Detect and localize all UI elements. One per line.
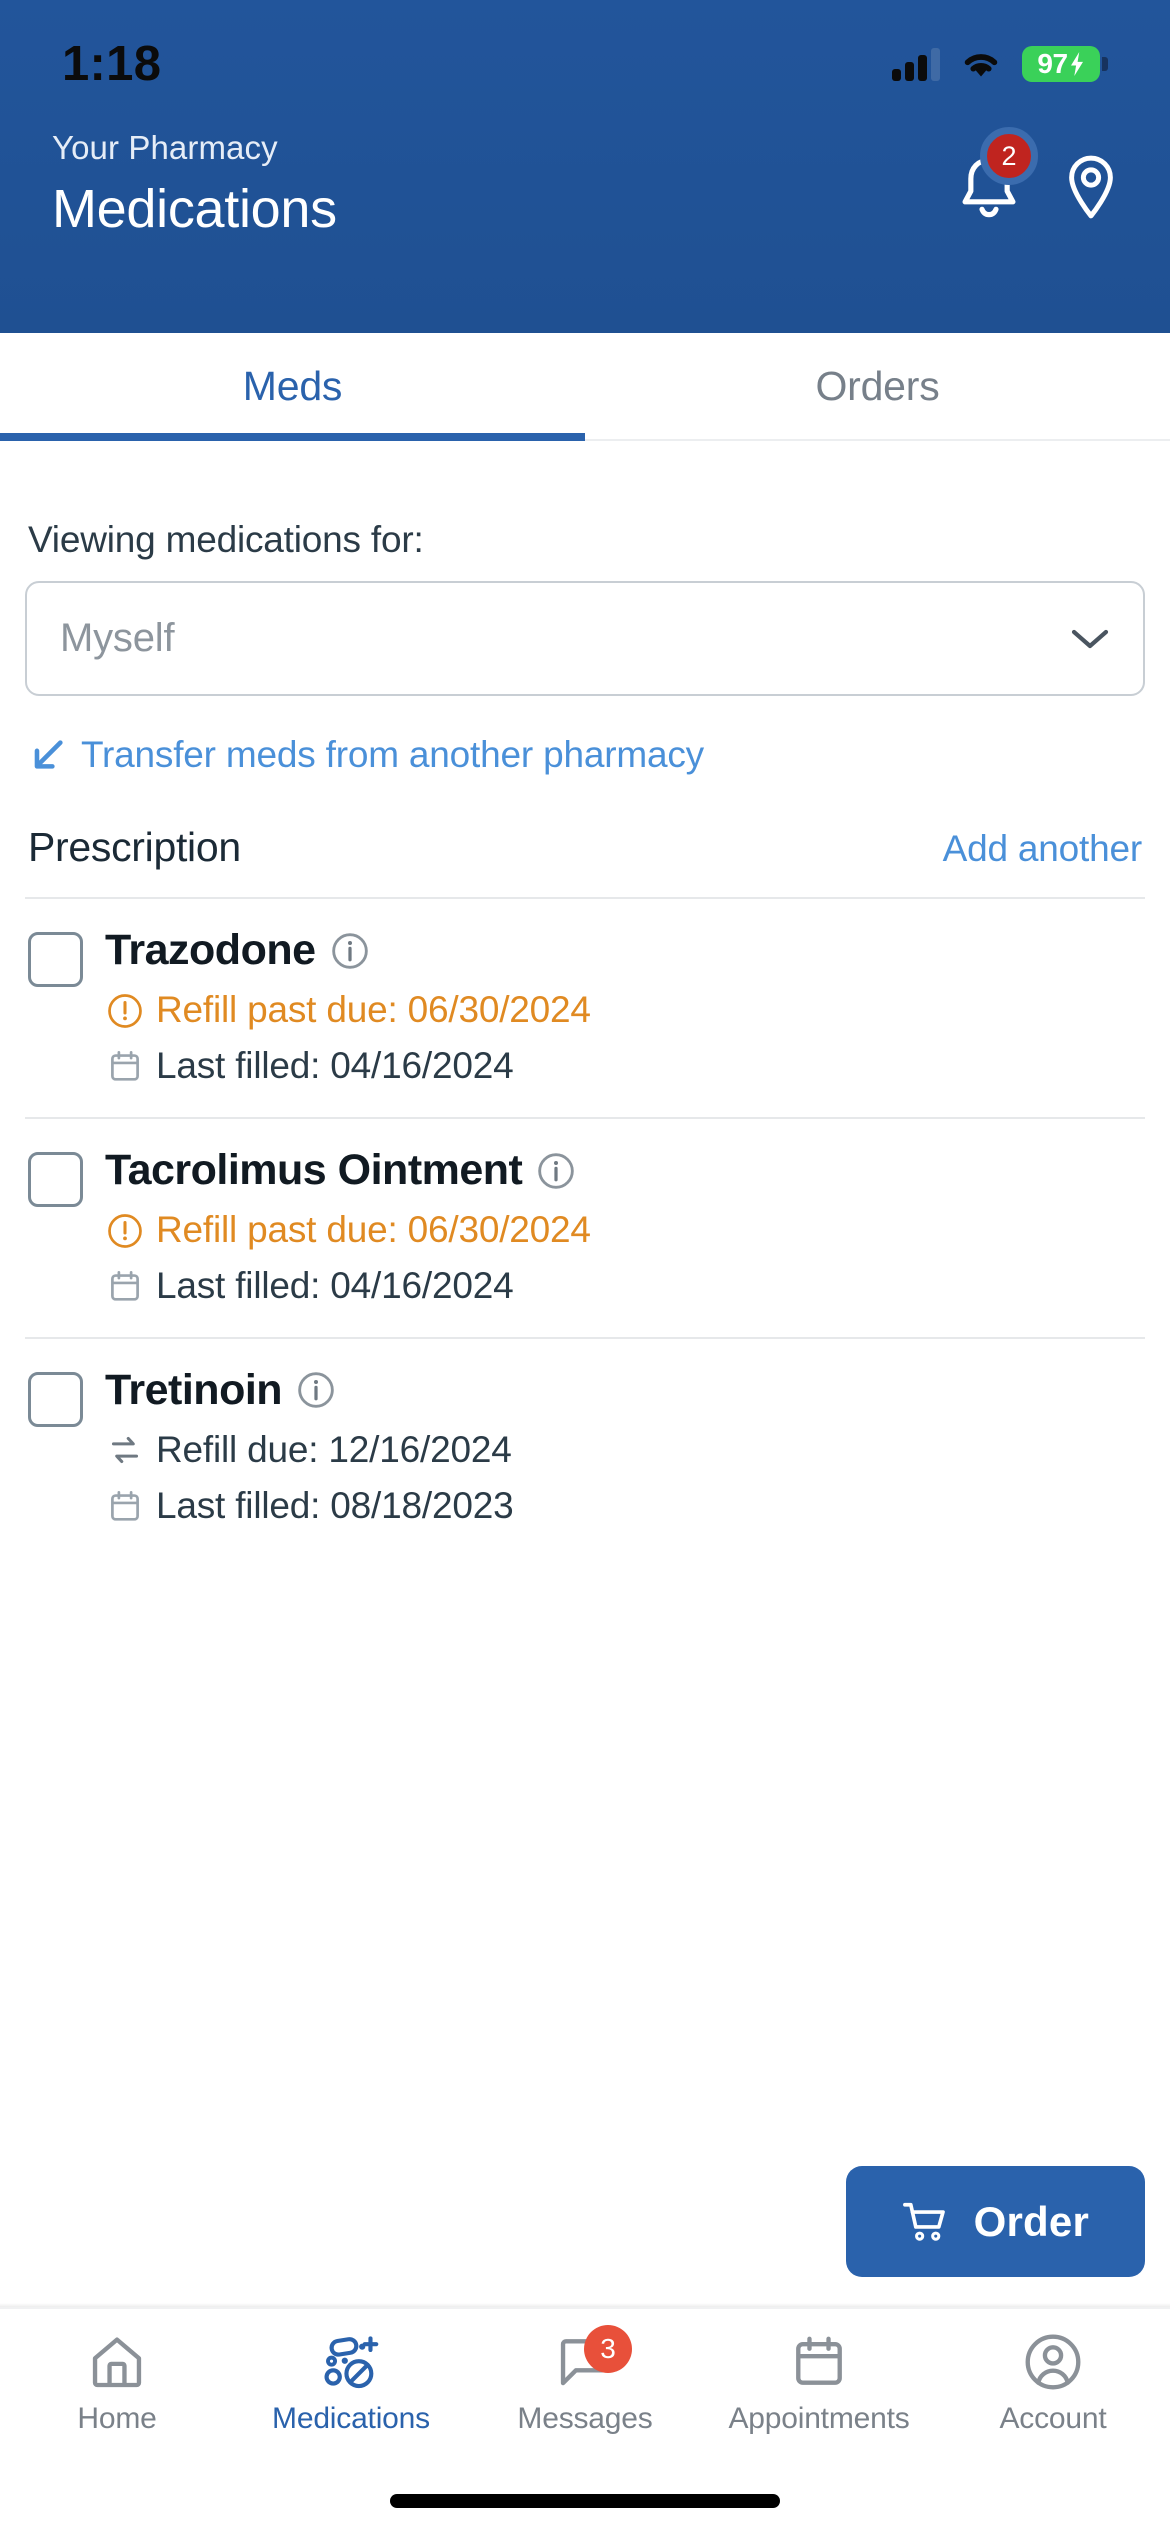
medication-refill-text: Refill due: 12/16/2024 — [156, 1429, 512, 1471]
alert-circle-icon — [108, 1213, 142, 1248]
tab-bar: Meds Orders — [0, 333, 1170, 441]
nav-icon-wrap — [1022, 2331, 1084, 2393]
location-pin-icon[interactable] — [1064, 154, 1118, 220]
viewing-for-label: Viewing medications for: — [28, 519, 424, 560]
medication-last-filled-text: Last filled: 08/18/2023 — [156, 1484, 514, 1526]
chevron-down-icon — [1071, 629, 1109, 648]
medication-row[interactable]: Tretinoin Refill due: 12/16/2024 Last fi… — [25, 1336, 1145, 1557]
transfer-meds-link[interactable]: Transfer meds from another pharmacy — [29, 734, 1145, 776]
calendar-icon — [111, 1271, 139, 1301]
medication-last-filled: Last filled: 04/16/2024 — [105, 1264, 1142, 1307]
prescription-title: Prescription — [28, 824, 241, 870]
wifi-icon — [964, 54, 998, 77]
messages-count-badge: 3 — [584, 2325, 632, 2373]
medication-refill-status: Refill due: 12/16/2024 — [105, 1429, 1142, 1471]
patient-select-value: Myself — [60, 616, 175, 660]
medication-name: Tretinoin — [105, 1365, 283, 1414]
nav-icon-wrap — [788, 2331, 850, 2393]
arrow-down-left-icon — [34, 740, 63, 769]
nav-label-home: Home — [77, 2402, 157, 2435]
transfer-meds-label: Transfer meds from another pharmacy — [81, 734, 704, 775]
header-eyebrow: Your Pharmacy — [52, 129, 278, 166]
refresh-arrows-icon — [111, 1437, 139, 1464]
add-another-link[interactable]: Add another — [943, 828, 1143, 870]
calendar-icon — [111, 1051, 139, 1082]
medication-last-filled-text: Last filled: 04/16/2024 — [156, 1045, 514, 1087]
medication-details: Tretinoin Refill due: 12/16/2024 Last fi… — [105, 1366, 1142, 1527]
medication-checkbox[interactable] — [28, 1371, 83, 1427]
calendar-icon — [796, 2336, 842, 2385]
medication-checkbox[interactable] — [28, 932, 83, 987]
order-button[interactable]: Order — [845, 2166, 1145, 2277]
medication-list: Trazodone Refill past due: 06/30/2024 La… — [25, 897, 1145, 1556]
header-main: Your Pharmacy Medications 2 — [0, 100, 1170, 243]
header-titles: Your Pharmacy Medications — [52, 122, 337, 243]
medication-name-row: Trazodone — [105, 926, 1142, 975]
charging-bolt-icon — [1070, 52, 1083, 76]
prescription-section-header: Prescription Add another — [25, 824, 1145, 871]
notifications-button[interactable]: 2 — [958, 127, 1038, 220]
nav-label-messages: Messages — [517, 2402, 653, 2435]
nav-icon-wrap: 3 — [554, 2325, 632, 2393]
home-indicator-area — [0, 2470, 1170, 2532]
page-title: Medications — [52, 178, 337, 239]
nav-icon-wrap — [320, 2331, 382, 2393]
nav-item-messages[interactable]: 3 Messages — [468, 2325, 702, 2435]
medication-refill-status: Refill past due: 06/30/2024 — [105, 1210, 1142, 1251]
main-content: Viewing medications for: Myself Transfer… — [0, 441, 1170, 2303]
medication-name-row: Tacrolimus Ointment — [105, 1146, 1142, 1195]
status-bar-time: 1:18 — [62, 36, 162, 91]
shopping-cart-icon — [902, 2202, 945, 2241]
battery-percent-label: 97 — [1037, 48, 1068, 79]
alert-circle-icon — [108, 993, 142, 1028]
medication-checkbox[interactable] — [28, 1151, 83, 1207]
cellular-signal-icon — [892, 47, 940, 81]
order-button-label: Order — [973, 2197, 1089, 2245]
medication-name-row: Tretinoin — [105, 1366, 1142, 1415]
header-actions: 2 — [958, 122, 1118, 220]
home-indicator[interactable] — [390, 2494, 780, 2508]
order-button-area: Order — [845, 2166, 1145, 2277]
pills-icon — [324, 2336, 379, 2389]
nav-item-account[interactable]: Account — [936, 2331, 1170, 2434]
battery-charging-icon: 97 — [1022, 46, 1108, 82]
status-bar-indicators: 97 — [892, 46, 1108, 82]
medication-row[interactable]: Trazodone Refill past due: 06/30/2024 La… — [25, 897, 1145, 1117]
medication-name: Trazodone — [105, 926, 316, 974]
user-circle-icon — [1025, 2334, 1081, 2390]
home-icon — [92, 2337, 142, 2388]
medication-last-filled-text: Last filled: 04/16/2024 — [156, 1264, 514, 1306]
bottom-navigation: Home Medications 3 Messages Appointments… — [0, 2307, 1170, 2470]
medication-details: Tacrolimus Ointment Refill past due: 06/… — [105, 1146, 1142, 1307]
medication-refill-text: Refill past due: 06/30/2024 — [156, 1209, 591, 1251]
notification-count-badge: 2 — [980, 127, 1038, 185]
medication-row[interactable]: Tacrolimus Ointment Refill past due: 06/… — [25, 1116, 1145, 1337]
info-circle-icon[interactable] — [297, 1371, 335, 1409]
medication-last-filled: Last filled: 04/16/2024 — [105, 1045, 1142, 1087]
info-circle-icon[interactable] — [537, 1152, 575, 1190]
medication-last-filled: Last filled: 08/18/2023 — [105, 1484, 1142, 1527]
nav-item-appointments[interactable]: Appointments — [702, 2331, 936, 2434]
status-bar: 1:18 97 — [0, 0, 1170, 100]
info-circle-icon[interactable] — [331, 932, 369, 970]
app-screen: 1:18 97 Your Pharmacy Medications 2 Meds… — [0, 0, 1170, 2532]
nav-icon-wrap — [86, 2331, 148, 2393]
medication-name: Tacrolimus Ointment — [105, 1145, 523, 1194]
tab-meds[interactable]: Meds — [0, 333, 585, 441]
nav-label-account: Account — [999, 2402, 1107, 2435]
patient-select[interactable]: Myself — [25, 581, 1145, 696]
nav-item-medications[interactable]: Medications — [234, 2331, 468, 2434]
app-header: 1:18 97 Your Pharmacy Medications 2 — [0, 0, 1170, 333]
medication-refill-text: Refill past due: 06/30/2024 — [156, 989, 591, 1031]
medication-details: Trazodone Refill past due: 06/30/2024 La… — [105, 926, 1142, 1087]
nav-label-appointments: Appointments — [728, 2402, 910, 2435]
nav-item-home[interactable]: Home — [0, 2331, 234, 2434]
nav-label-medications: Medications — [272, 2402, 430, 2435]
calendar-icon — [111, 1491, 139, 1521]
tab-orders[interactable]: Orders — [585, 333, 1170, 439]
medication-refill-status: Refill past due: 06/30/2024 — [105, 990, 1142, 1031]
